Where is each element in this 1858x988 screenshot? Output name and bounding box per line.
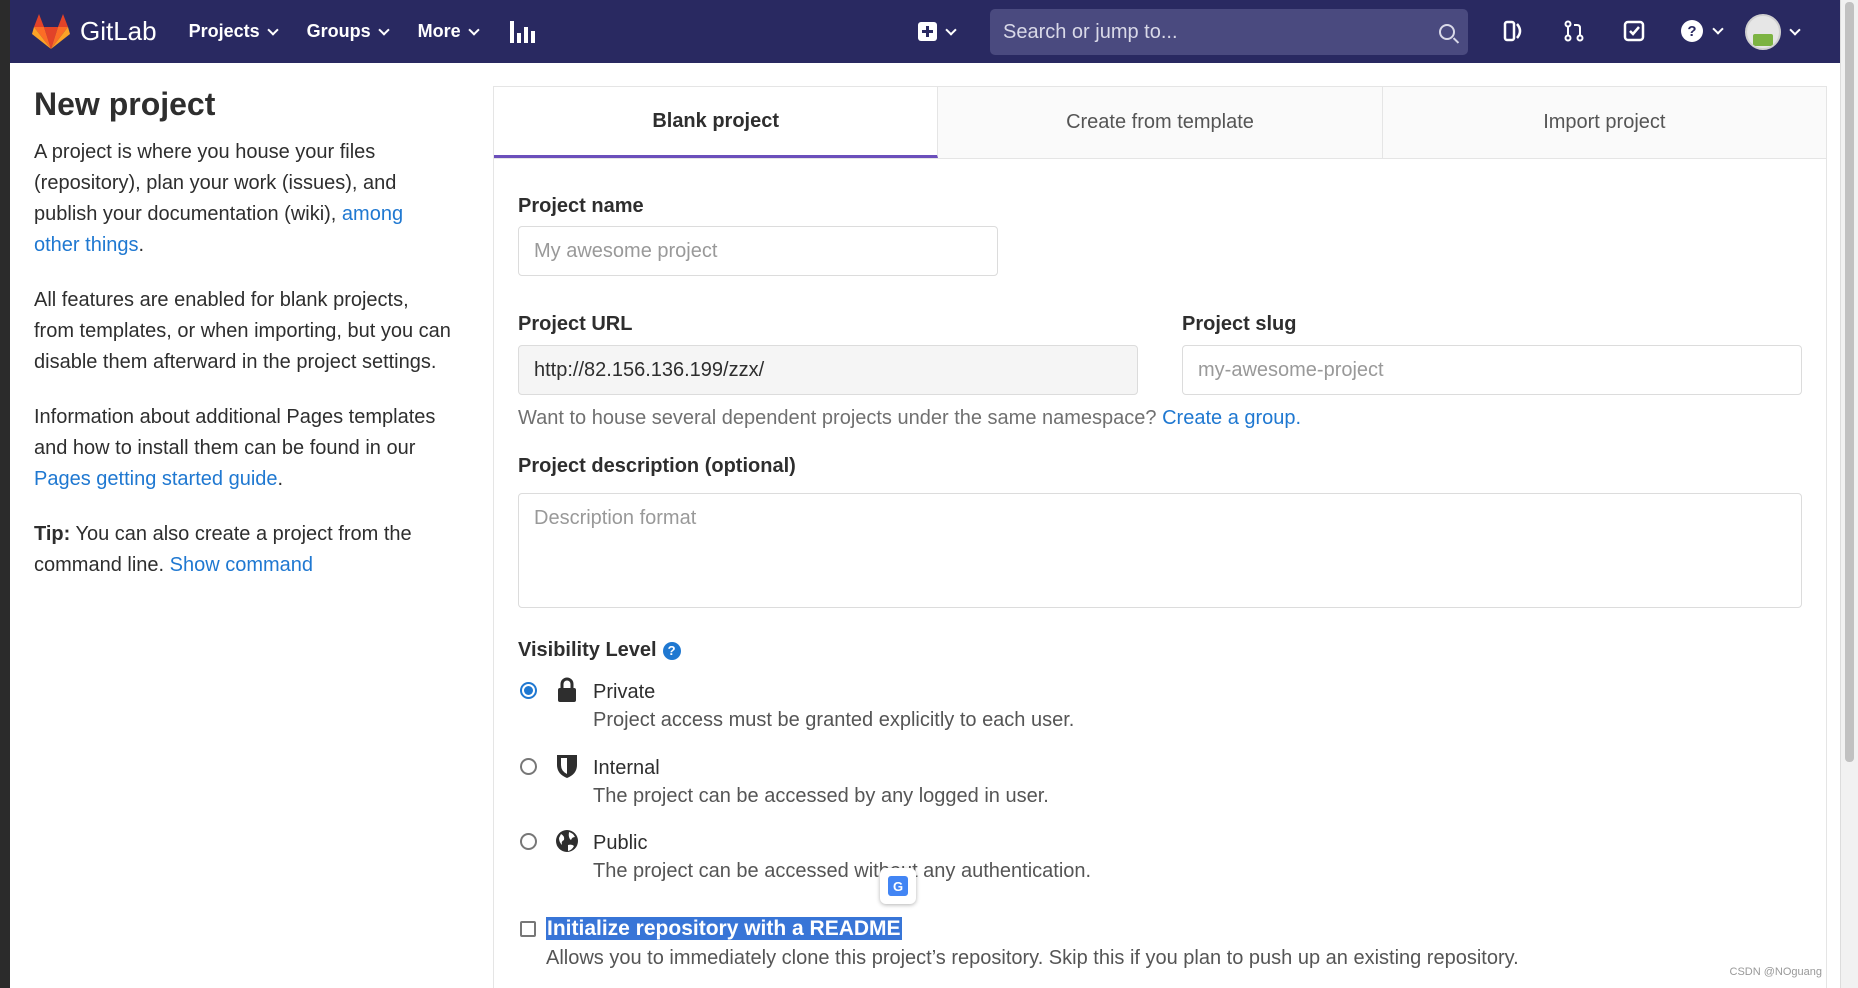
tab-blank-project[interactable]: Blank project bbox=[494, 87, 939, 158]
chevron-down-icon bbox=[266, 23, 279, 36]
watermark: CSDN @NOguang bbox=[1729, 966, 1822, 978]
chevron-down-icon bbox=[378, 23, 390, 36]
description-label: Project description (optional) bbox=[518, 455, 796, 477]
internal-radio[interactable] bbox=[520, 758, 537, 775]
nav-more-label: More bbox=[417, 21, 461, 41]
project-name-label: Project name bbox=[518, 195, 644, 217]
visibility-option-public[interactable]: Public The project can be accessed witho… bbox=[518, 830, 1091, 886]
brand-home-link[interactable]: GitLab bbox=[32, 13, 157, 50]
initialize-readme-option[interactable]: Initialize repository with a README Allo… bbox=[518, 915, 1519, 973]
new-project-panel: Blank project Create from template Impor… bbox=[493, 86, 1827, 988]
create-group-link[interactable]: Create a group. bbox=[1162, 407, 1301, 429]
project-slug-input[interactable]: my-awesome-project bbox=[1182, 345, 1802, 395]
plus-square-icon bbox=[918, 22, 937, 41]
avatar bbox=[1745, 14, 1781, 50]
page-title: New project bbox=[34, 86, 216, 122]
nav-more-dropdown[interactable]: More bbox=[417, 21, 480, 43]
project-url-input[interactable]: http://82.156.136.199/zzx/ bbox=[518, 345, 1138, 395]
window-frame-left bbox=[0, 0, 10, 988]
chevron-down-icon bbox=[1789, 24, 1801, 36]
merge-requests-icon[interactable] bbox=[1562, 19, 1586, 43]
namespace-help-text: Want to house several dependent projects… bbox=[518, 407, 1163, 429]
chevron-down-icon bbox=[1712, 23, 1724, 35]
help-question-icon[interactable]: ? bbox=[662, 641, 681, 660]
svg-text:?: ? bbox=[1687, 23, 1696, 40]
internal-label: Internal bbox=[593, 757, 660, 779]
public-radio[interactable] bbox=[520, 833, 537, 850]
todos-icon[interactable] bbox=[1622, 19, 1646, 43]
nav-groups-dropdown[interactable]: Groups bbox=[306, 21, 390, 43]
readme-label[interactable]: Initialize repository with a README bbox=[546, 917, 902, 940]
namespace-help: Want to house several dependent projects… bbox=[518, 407, 1301, 430]
private-radio[interactable] bbox=[520, 682, 537, 699]
readme-desc: Allows you to immediately clone this pro… bbox=[546, 947, 1519, 969]
private-desc: Project access must be granted explicitl… bbox=[593, 709, 1075, 731]
visibility-option-internal[interactable]: Internal The project can be accessed by … bbox=[518, 755, 1049, 811]
pages-guide-link[interactable]: Pages getting started guide bbox=[34, 468, 278, 490]
tab-create-from-template[interactable]: Create from template bbox=[938, 87, 1383, 158]
chevron-down-icon bbox=[945, 23, 957, 36]
help-icon: ? bbox=[1681, 20, 1703, 42]
search-icon bbox=[1439, 24, 1455, 40]
public-desc: The project can be accessed without any … bbox=[593, 860, 1092, 882]
internal-desc: The project can be accessed by any logge… bbox=[593, 785, 1049, 807]
nav-projects-dropdown[interactable]: Projects bbox=[188, 21, 279, 43]
nav-groups-label: Groups bbox=[306, 21, 371, 41]
pages-paragraph: Information about additional Pages templ… bbox=[34, 402, 454, 495]
translate-icon[interactable]: G bbox=[880, 868, 916, 904]
intro-end: . bbox=[138, 234, 145, 256]
public-label: Public bbox=[593, 832, 648, 854]
tip-paragraph: Tip: You can also create a project from … bbox=[34, 519, 454, 581]
chevron-down-icon bbox=[468, 23, 480, 36]
private-text: Private Project access must be granted e… bbox=[593, 679, 1074, 735]
project-type-tabs: Blank project Create from template Impor… bbox=[494, 87, 1826, 159]
google-translate-glyph: G bbox=[888, 876, 908, 896]
scrollbar-thumb[interactable] bbox=[1845, 2, 1854, 762]
tab-import-project[interactable]: Import project bbox=[1382, 87, 1826, 158]
new-item-dropdown[interactable] bbox=[918, 22, 957, 41]
description-textarea[interactable]: Description format bbox=[518, 493, 1802, 608]
pages-end: . bbox=[277, 468, 284, 490]
search-input[interactable] bbox=[1003, 20, 1439, 44]
nav-projects-label: Projects bbox=[188, 21, 260, 41]
public-text: Public The project can be accessed witho… bbox=[593, 830, 1091, 886]
help-dropdown[interactable]: ? bbox=[1680, 19, 1724, 43]
visibility-label-text: Visibility Level bbox=[518, 639, 657, 661]
project-name-input[interactable]: My awesome project bbox=[518, 226, 998, 276]
internal-text: Internal The project can be accessed by … bbox=[593, 755, 1049, 811]
gitlab-logo-icon bbox=[32, 13, 70, 49]
readme-checkbox[interactable] bbox=[520, 921, 536, 937]
project-slug-label: Project slug bbox=[1182, 313, 1297, 335]
private-label: Private bbox=[593, 681, 656, 703]
issues-icon[interactable] bbox=[1502, 19, 1526, 43]
brand-name: GitLab bbox=[80, 16, 157, 46]
visibility-level-label: Visibility Level ? bbox=[518, 639, 681, 662]
lock-icon bbox=[558, 677, 576, 702]
pages-text: Information about additional Pages templ… bbox=[34, 406, 436, 459]
show-command-link[interactable]: Show command bbox=[170, 554, 313, 576]
project-url-label: Project URL bbox=[518, 313, 633, 335]
tip-label: Tip: bbox=[34, 523, 71, 545]
shield-icon bbox=[557, 755, 577, 778]
features-paragraph: All features are enabled for blank proje… bbox=[34, 289, 451, 373]
nav-menu: Projects Groups More bbox=[188, 20, 535, 43]
globe-icon bbox=[556, 830, 578, 852]
visibility-option-private[interactable]: Private Project access must be granted e… bbox=[518, 677, 1074, 735]
user-menu-dropdown[interactable] bbox=[1745, 14, 1801, 50]
intro-paragraph: A project is where you house your files … bbox=[34, 137, 454, 261]
search-box[interactable] bbox=[990, 9, 1468, 55]
readme-text: Initialize repository with a README Allo… bbox=[546, 915, 1519, 973]
project-intro-sidebar: New project A project is where you house… bbox=[34, 86, 454, 605]
activity-chart-icon[interactable] bbox=[509, 20, 535, 43]
page-scrollbar[interactable] bbox=[1840, 0, 1858, 988]
